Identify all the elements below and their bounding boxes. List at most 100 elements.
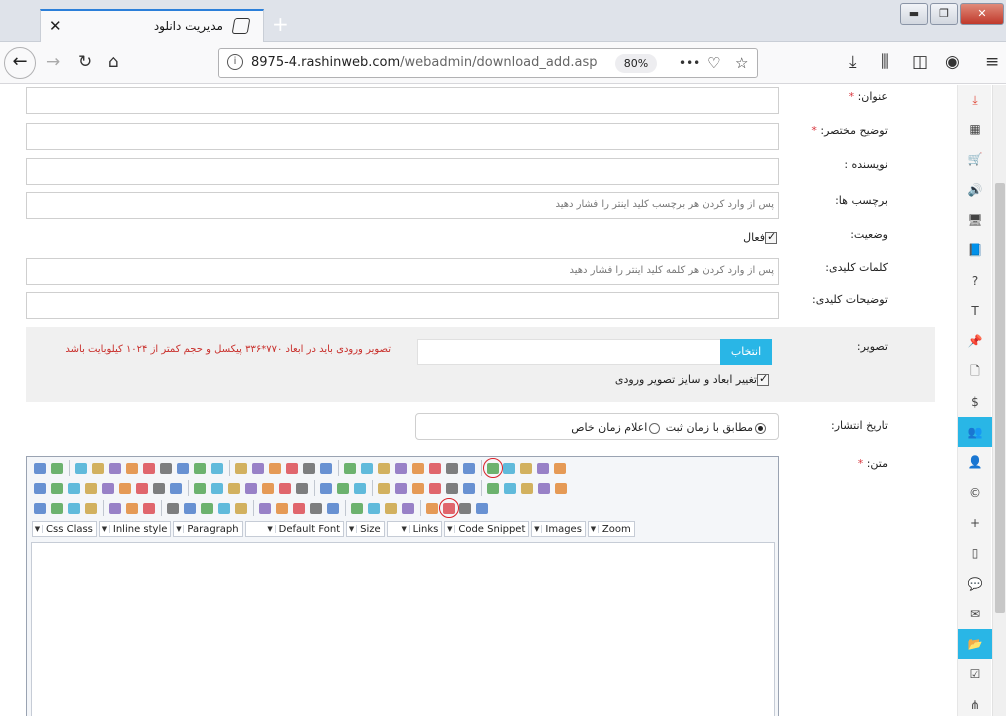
title-input[interactable] — [26, 87, 779, 114]
code-snippet-dropdown[interactable]: ▼ Code Snippet — [444, 521, 530, 537]
editor-row2-tool-icon[interactable] — [243, 480, 259, 496]
editor-row2-tool-icon[interactable] — [393, 480, 409, 496]
editor-row2-tool-icon[interactable] — [226, 480, 242, 496]
image-path-input[interactable] — [417, 339, 772, 365]
pocket-icon[interactable]: ♡ — [707, 54, 720, 72]
download-icon[interactable]: ⤓ — [958, 85, 992, 115]
editor-row2-tool-icon[interactable] — [100, 480, 116, 496]
editor-row1-tool-icon[interactable] — [124, 460, 140, 476]
editor-row2-tool-icon[interactable] — [83, 480, 99, 496]
editor-row1-tool-icon[interactable] — [107, 460, 123, 476]
editor-row3-tool-icon[interactable] — [439, 498, 459, 518]
editor-row2-tool-icon[interactable] — [66, 480, 82, 496]
editor-row3-tool-icon[interactable] — [182, 500, 198, 516]
file-dollar-icon[interactable]: $ — [958, 387, 992, 417]
editor-row2-tool-icon[interactable] — [151, 480, 167, 496]
editor-row3-tool-icon[interactable] — [66, 500, 82, 516]
editor-row1-tool-icon[interactable] — [410, 460, 426, 476]
editor-row2-tool-icon[interactable] — [192, 480, 208, 496]
site-info-icon[interactable]: i — [227, 54, 243, 70]
editor-row3-tool-icon[interactable] — [233, 500, 249, 516]
editor-row3-tool-icon[interactable] — [83, 500, 99, 516]
sidebar-toggle-icon[interactable]: ◫ — [912, 52, 928, 72]
editor-row1-tool-icon[interactable] — [250, 460, 266, 476]
editor-row3-tool-icon[interactable] — [124, 500, 140, 516]
pin-icon[interactable]: 📌 — [958, 326, 992, 356]
user-plus-icon[interactable]: + — [958, 508, 992, 538]
copyright-icon[interactable]: © — [958, 478, 992, 508]
resize-checkbox[interactable] — [757, 372, 769, 386]
editor-row2-tool-icon[interactable] — [168, 480, 184, 496]
editor-row3-tool-icon[interactable] — [400, 500, 416, 516]
editor-row3-tool-icon[interactable] — [325, 500, 341, 516]
editor-row1-tool-icon[interactable] — [284, 460, 300, 476]
editor-row3-tool-icon[interactable] — [107, 500, 123, 516]
editor-row1-tool-icon[interactable] — [501, 460, 517, 476]
comments-icon[interactable]: 💬 — [958, 569, 992, 599]
editor-row2-tool-icon[interactable] — [117, 480, 133, 496]
zoom-level[interactable]: 80% — [615, 54, 657, 73]
resize-option[interactable]: تغییر ابعاد و سایز تصویر ورودی — [615, 372, 769, 386]
editor-row2-tool-icon[interactable] — [352, 480, 368, 496]
editor-row1-tool-icon[interactable] — [90, 460, 106, 476]
editor-row1-tool-icon[interactable] — [427, 460, 443, 476]
editor-row3-tool-icon[interactable] — [424, 500, 440, 516]
editor-row1-tool-icon[interactable] — [73, 460, 89, 476]
minimize-button[interactable]: ▬ — [900, 3, 928, 25]
editor-row2-tool-icon[interactable] — [260, 480, 276, 496]
editor-row1-tool-icon[interactable] — [359, 460, 375, 476]
film-icon[interactable]: ▦ — [958, 114, 992, 144]
scrollbar-thumb[interactable] — [995, 183, 1005, 613]
browser-tab[interactable]: ✕ مدیریت دانلود — [40, 9, 264, 42]
editor-row1-tool-icon[interactable] — [209, 460, 225, 476]
font-dropdown[interactable]: ▼ Default Font — [244, 521, 345, 537]
images-dropdown[interactable]: ▼ Images — [531, 521, 586, 537]
sitemap-icon[interactable]: ⋔ — [958, 690, 992, 716]
editor-row3-tool-icon[interactable] — [32, 500, 48, 516]
editor-row1-tool-icon[interactable] — [141, 460, 157, 476]
summary-input[interactable] — [26, 123, 779, 150]
publish-on-save-radio[interactable] — [755, 422, 766, 434]
editor-row3-tool-icon[interactable] — [291, 500, 307, 516]
editor-row2-tool-icon[interactable] — [461, 480, 477, 496]
forward-icon[interactable]: → — [46, 52, 60, 72]
text-icon[interactable]: T — [958, 296, 992, 326]
editor-row2-tool-icon[interactable] — [444, 480, 460, 496]
editor-row1-tool-icon[interactable] — [444, 460, 460, 476]
editor-row2-tool-icon[interactable] — [49, 480, 65, 496]
user-icon[interactable]: 👤 — [958, 447, 992, 477]
editor-row1-tool-icon[interactable] — [158, 460, 174, 476]
book-icon[interactable]: 📘 — [958, 235, 992, 265]
back-icon[interactable]: ← — [4, 47, 36, 79]
links-dropdown[interactable]: ▼ Links — [386, 521, 443, 537]
editor-row2-tool-icon[interactable] — [519, 480, 535, 496]
menu-icon[interactable]: ≡ — [985, 52, 999, 72]
editor-row2-tool-icon[interactable] — [32, 480, 48, 496]
editor-row3-tool-icon[interactable] — [349, 500, 365, 516]
editor-row1-tool-icon[interactable] — [535, 460, 551, 476]
editor-row3-tool-icon[interactable] — [141, 500, 157, 516]
editor-row1-tool-icon[interactable] — [49, 460, 65, 476]
editor-row2-tool-icon[interactable] — [134, 480, 150, 496]
zoom-dropdown[interactable]: ▼ Zoom — [587, 521, 635, 537]
editor-row2-tool-icon[interactable] — [502, 480, 518, 496]
size-dropdown[interactable]: ▼ Size — [346, 521, 385, 537]
editor-row3-tool-icon[interactable] — [308, 500, 324, 516]
editor-row3-tool-icon[interactable] — [49, 500, 65, 516]
editor-row3-tool-icon[interactable] — [383, 500, 399, 516]
keyword-desc-input[interactable] — [26, 292, 779, 319]
close-window-button[interactable]: ✕ — [960, 3, 1004, 25]
inline-style-dropdown[interactable]: ▼ Inline style — [98, 521, 172, 537]
new-tab-icon[interactable]: + — [272, 12, 289, 36]
paragraph-dropdown[interactable]: ▼ Paragraph — [173, 521, 243, 537]
active-checkbox[interactable] — [765, 230, 777, 244]
editor-row1-tool-icon[interactable] — [175, 460, 191, 476]
page-actions-icon[interactable]: ••• — [679, 56, 700, 70]
editor-row2-tool-icon[interactable] — [536, 480, 552, 496]
tags-input[interactable]: پس از وارد کردن هر برچسب کلید اینتر را ف… — [26, 192, 779, 219]
users-icon[interactable]: 👥 — [958, 417, 992, 447]
publish-custom-radio[interactable] — [649, 422, 661, 434]
editor-row1-tool-icon[interactable] — [267, 460, 283, 476]
editor-row3-tool-icon[interactable] — [199, 500, 215, 516]
author-input[interactable] — [26, 158, 779, 185]
